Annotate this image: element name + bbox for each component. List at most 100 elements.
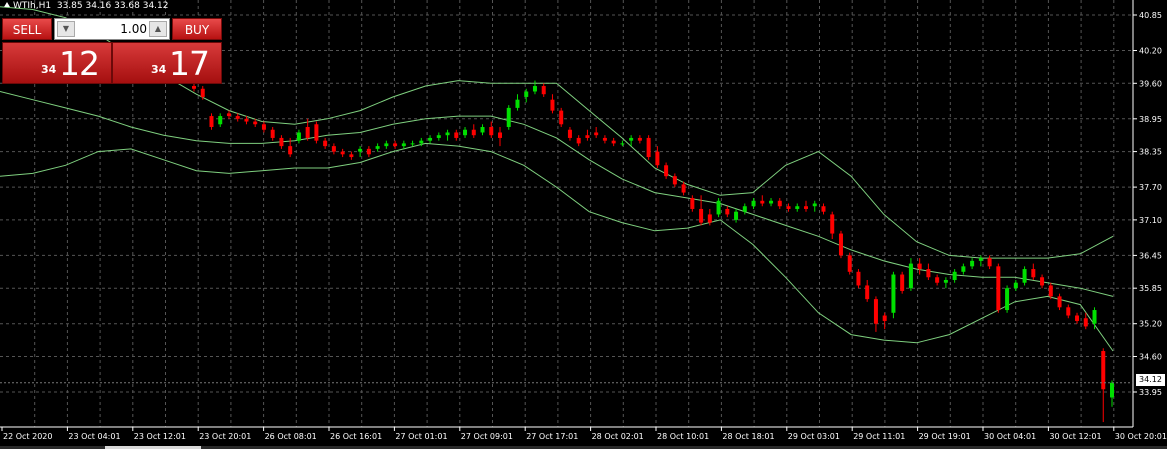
price-tick-label: 33.95 (1139, 388, 1162, 397)
triangle-up-icon (4, 2, 10, 7)
time-tick-label: 23 Oct 12:01 (134, 432, 186, 441)
candle-body (882, 315, 887, 321)
sell-price-button[interactable]: 34 12 (2, 42, 112, 84)
candle-body (349, 154, 354, 158)
symbol-header: WTIh,H1 33.85 34.16 33.68 34.12 (4, 1, 169, 11)
buy-button[interactable]: BUY (172, 18, 222, 40)
candle (847, 252, 852, 275)
candle-body (305, 127, 310, 138)
candle (891, 271, 896, 319)
candle (506, 105, 511, 130)
candle-body (961, 266, 966, 272)
candle-body (690, 198, 695, 209)
price-tick-label: 40.20 (1139, 47, 1162, 56)
candle-body (384, 143, 389, 147)
candle-body (366, 148, 371, 155)
candle-body (1040, 277, 1045, 286)
candle-body (419, 140, 424, 144)
candle-body (314, 124, 319, 141)
candle-body (1005, 288, 1010, 311)
candle-body (804, 206, 808, 209)
candle-body (873, 299, 878, 324)
candle-body (987, 258, 992, 267)
candle-body (952, 271, 957, 280)
candle-body (235, 116, 240, 119)
candle-body (506, 107, 511, 128)
price-tick-label: 38.35 (1139, 148, 1162, 157)
candle-body (935, 277, 940, 283)
time-tick-label: 29 Oct 19:01 (919, 432, 971, 441)
candle-body (646, 137, 651, 158)
candle-body (218, 116, 223, 125)
candle (856, 269, 861, 289)
candle-body (358, 148, 363, 152)
time-tick-label: 23 Oct 04:01 (68, 432, 120, 441)
candle-body (524, 91, 529, 97)
candle-body (401, 143, 406, 147)
candle (314, 121, 319, 144)
candle-body (769, 200, 774, 204)
candle-body (192, 86, 196, 89)
candle-body (917, 263, 922, 270)
time-tick-label: 27 Oct 17:01 (526, 432, 578, 441)
candle-body (471, 129, 476, 136)
price-tick-label: 34.60 (1139, 352, 1162, 361)
time-tick-label: 30 Oct 04:01 (984, 432, 1036, 441)
candle-body (908, 263, 913, 289)
candle-body (838, 233, 843, 256)
candle-body (410, 143, 415, 145)
buy-price-button[interactable]: 34 17 (112, 42, 222, 84)
volume-input[interactable] (77, 21, 147, 37)
candle-body (200, 88, 205, 97)
candle-body (480, 127, 485, 133)
time-tick-label: 30 Oct 12:01 (1049, 432, 1101, 441)
price-tick-label: 35.20 (1139, 320, 1162, 329)
candle (646, 135, 651, 160)
time-tick-label: 23 Oct 20:01 (199, 432, 251, 441)
candle-body (532, 86, 537, 92)
candle-body (996, 266, 1001, 311)
sell-button[interactable]: SELL (2, 18, 52, 40)
candle-body (261, 124, 266, 130)
time-tick-label: 26 Oct 16:01 (330, 432, 382, 441)
sell-price-big: 12 (59, 44, 100, 83)
symbol-name: WTIh,H1 (13, 1, 52, 11)
ohlc-values: 33.85 34.16 33.68 34.12 (56, 1, 169, 11)
volume-increase-button[interactable]: ▲ (149, 21, 167, 37)
candle-body (602, 137, 607, 141)
volume-control: ▼ ▲ (54, 18, 170, 40)
time-tick-label: 22 Oct 2020 (3, 432, 52, 441)
candle-body (253, 121, 258, 125)
candle-body (585, 135, 590, 138)
candle-body (498, 132, 502, 138)
candle-body (725, 208, 730, 215)
one-click-trading-panel: SELL ▼ ▲ BUY 34 12 34 17 (2, 18, 222, 84)
candle-body (611, 140, 616, 144)
candle-body (489, 127, 494, 136)
candle (996, 263, 1001, 313)
time-tick-label: 27 Oct 01:01 (395, 432, 447, 441)
trade-panel-top-row: SELL ▼ ▲ BUY (2, 18, 222, 40)
time-tick-label: 30 Oct 20:01 (1115, 432, 1167, 441)
candle-body (620, 143, 625, 145)
candle-body (742, 206, 747, 212)
candle (900, 271, 905, 294)
candle-body (786, 206, 791, 209)
time-tick-label: 27 Oct 09:01 (461, 432, 513, 441)
candle-body (559, 110, 564, 125)
candle-body (830, 214, 835, 234)
candle (716, 198, 721, 218)
price-tick-label: 37.10 (1139, 216, 1162, 225)
candle-body (943, 279, 948, 283)
candle-body (375, 146, 380, 149)
candle-body (1031, 269, 1036, 278)
candle-body (445, 132, 450, 136)
candle-body (1013, 282, 1018, 289)
volume-decrease-button[interactable]: ▼ (57, 21, 75, 37)
candle-body (323, 140, 328, 147)
candle-body (428, 137, 433, 141)
current-price-label: 34.12 (1136, 374, 1165, 386)
candle-body (550, 99, 555, 111)
candle-body (699, 208, 704, 223)
time-tick-label: 28 Oct 10:01 (657, 432, 709, 441)
